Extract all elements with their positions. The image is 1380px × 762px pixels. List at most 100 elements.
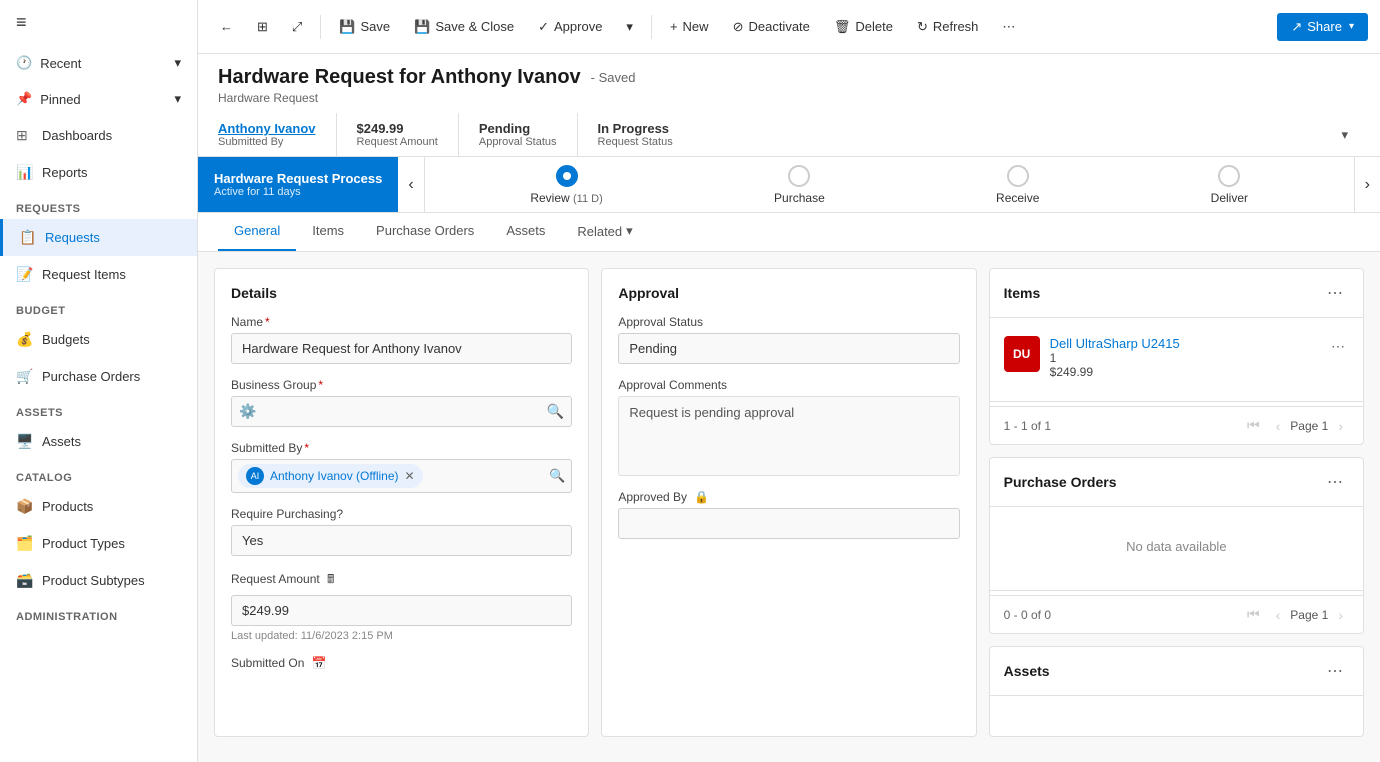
refresh-button[interactable]: ↻ Refresh <box>907 13 988 41</box>
purchase-orders-more-button[interactable]: ⋯ <box>1321 470 1349 494</box>
business-group-input[interactable] <box>231 396 572 427</box>
sidebar-item-dashboards[interactable]: ⊞ Dashboards <box>0 117 197 154</box>
save-close-button[interactable]: 💾 Save & Close <box>404 13 524 41</box>
business-group-label: Business Group* <box>231 378 572 392</box>
approval-status-label: Approval Status <box>618 315 959 329</box>
require-purchasing-input[interactable] <box>231 525 572 556</box>
approved-by-field: Approved By 🔒 <box>618 490 959 539</box>
po-next-page-button[interactable]: › <box>1332 605 1349 625</box>
grid-view-button[interactable]: ⊞ <box>247 13 278 41</box>
tab-assets[interactable]: Assets <box>490 213 561 251</box>
request-items-icon: 📝 <box>16 266 32 283</box>
step-deliver-label: Deliver <box>1211 191 1248 205</box>
approved-by-label: Approved By 🔒 <box>618 490 959 504</box>
assets-more-button[interactable]: ⋯ <box>1321 659 1349 683</box>
request-amount-label: Request Amount 🖩 <box>231 570 572 591</box>
item-qty: 1 <box>1050 351 1317 365</box>
more-button[interactable]: ⋯ <box>992 13 1025 41</box>
items-more-button[interactable]: ⋯ <box>1321 281 1349 305</box>
approve-icon: ✓ <box>538 19 549 35</box>
request-amount-input[interactable] <box>231 595 572 626</box>
deactivate-icon: ⊘ <box>733 19 744 35</box>
tab-general[interactable]: General <box>218 213 296 251</box>
sidebar-item-product-subtypes[interactable]: 🗃️ Product Subtypes <box>0 562 197 599</box>
sidebar-item-request-items[interactable]: 📝 Request Items <box>0 256 197 293</box>
submitted-by-search-icon[interactable]: 🔍 <box>549 468 565 484</box>
reports-icon: 📊 <box>16 164 32 181</box>
grid-icon: ⊞ <box>257 19 268 35</box>
status-expand-button[interactable]: ▾ <box>1329 113 1360 156</box>
step-purchase[interactable]: Purchase <box>774 165 825 205</box>
deactivate-button[interactable]: ⊘ Deactivate <box>723 13 820 41</box>
step-receive[interactable]: Receive <box>996 165 1039 205</box>
approved-by-input[interactable] <box>618 508 959 539</box>
request-amount-calc-icon[interactable]: 🖩 <box>327 572 334 586</box>
step-review[interactable]: Review (11 D) <box>530 165 602 205</box>
sidebar-menu-toggle[interactable]: ≡ <box>0 0 197 45</box>
delete-button[interactable]: 🗑 Delete <box>824 13 903 41</box>
dashboards-icon: ⊞ <box>16 127 32 144</box>
sidebar-item-recent[interactable]: 🕐 Recent ▾ <box>0 45 197 81</box>
process-steps: Review (11 D) Purchase Receive Deliver <box>425 157 1354 212</box>
approve-button[interactable]: ✓ Approve <box>528 13 612 41</box>
item-price: $249.99 <box>1050 365 1317 379</box>
item-more-button[interactable]: ⋯ <box>1327 336 1349 357</box>
sidebar-item-purchase-orders[interactable]: 🛒 Purchase Orders <box>0 358 197 395</box>
items-prev-page-button[interactable]: ‹ <box>1270 416 1287 436</box>
remove-submitted-by-button[interactable]: ✕ <box>405 469 415 483</box>
tab-related[interactable]: Related ▾ <box>561 213 648 251</box>
back-button[interactable]: ← <box>210 13 243 40</box>
approval-comments-label: Approval Comments <box>618 378 959 392</box>
sidebar-item-pinned[interactable]: 📌 Pinned ▾ <box>0 81 197 117</box>
main-content: ← ⊞ ⤢ 💾 Save 💾 Save & Close ✓ Approve ▾ … <box>198 0 1380 762</box>
pinned-icon: 📌 <box>16 91 32 107</box>
process-prev-button[interactable]: ‹ <box>398 157 424 212</box>
share-button[interactable]: ↗ Share ▾ <box>1277 13 1368 41</box>
approval-status-label: Approval Status <box>479 136 557 148</box>
sidebar-item-products[interactable]: 📦 Products <box>0 488 197 525</box>
toolbar-divider-1 <box>320 15 321 39</box>
new-button[interactable]: + New <box>660 13 719 40</box>
require-purchasing-label: Require Purchasing? <box>231 507 572 521</box>
item-details: Dell UltraSharp U2415 1 $249.99 <box>1050 336 1317 379</box>
sidebar-item-assets[interactable]: 🖥️ Assets <box>0 423 197 460</box>
name-input[interactable] <box>231 333 572 364</box>
tab-items[interactable]: Items <box>296 213 360 251</box>
purchase-orders-pagination: ⏮ ‹ Page 1 › <box>1241 604 1349 625</box>
items-panel-body: DU Dell UltraSharp U2415 1 $249.99 ⋯ <box>990 318 1363 397</box>
submitted-by-tag: AI Anthony Ivanov (Offline) ✕ <box>238 464 423 488</box>
purchase-orders-icon: 🛒 <box>16 368 32 385</box>
sidebar-item-requests[interactable]: 📋 Requests <box>0 219 197 256</box>
tab-purchase-orders[interactable]: Purchase Orders <box>360 213 490 251</box>
submitted-by-input-container: AI Anthony Ivanov (Offline) ✕ 🔍 <box>231 459 572 493</box>
request-status-meta: In Progress Request Status <box>577 113 693 156</box>
po-prev-page-button[interactable]: ‹ <box>1270 605 1287 625</box>
save-button[interactable]: 💾 Save <box>329 13 400 41</box>
product-subtypes-icon: 🗃️ <box>16 572 32 589</box>
submitted-on-label: Submitted On 📅 <box>231 656 572 670</box>
business-group-search-icon[interactable]: 🔍 <box>547 403 564 420</box>
approval-status-input[interactable] <box>618 333 959 364</box>
process-next-button[interactable]: › <box>1354 157 1380 212</box>
business-group-field: Business Group* ⚙️ 🔍 <box>231 378 572 427</box>
toolbar: ← ⊞ ⤢ 💾 Save 💾 Save & Close ✓ Approve ▾ … <box>198 0 1380 54</box>
require-purchasing-field: Require Purchasing? <box>231 507 572 556</box>
step-deliver[interactable]: Deliver <box>1211 165 1248 205</box>
item-name[interactable]: Dell UltraSharp U2415 <box>1050 336 1317 351</box>
po-first-page-button[interactable]: ⏮ <box>1241 604 1266 625</box>
request-status-value: In Progress <box>598 121 673 136</box>
sidebar-item-budgets[interactable]: 💰 Budgets <box>0 321 197 358</box>
items-next-page-button[interactable]: › <box>1332 416 1349 436</box>
approve-dropdown-button[interactable]: ▾ <box>616 13 643 41</box>
refresh-icon: ↻ <box>917 19 928 35</box>
submitted-by-field: Submitted By* AI Anthony Ivanov (Offline… <box>231 441 572 493</box>
sidebar-item-product-types[interactable]: 🗂️ Product Types <box>0 525 197 562</box>
approved-by-lock-icon: 🔒 <box>694 490 709 504</box>
name-label: Name* <box>231 315 572 329</box>
sidebar-item-reports[interactable]: 📊 Reports <box>0 154 197 191</box>
items-first-page-button[interactable]: ⏮ <box>1241 415 1266 436</box>
record-title: Hardware Request for Anthony Ivanov <box>218 66 581 89</box>
submitted-by-value[interactable]: Anthony Ivanov <box>218 121 316 136</box>
submitted-on-calendar-icon[interactable]: 📅 <box>312 656 327 670</box>
expand-button[interactable]: ⤢ <box>282 13 312 41</box>
